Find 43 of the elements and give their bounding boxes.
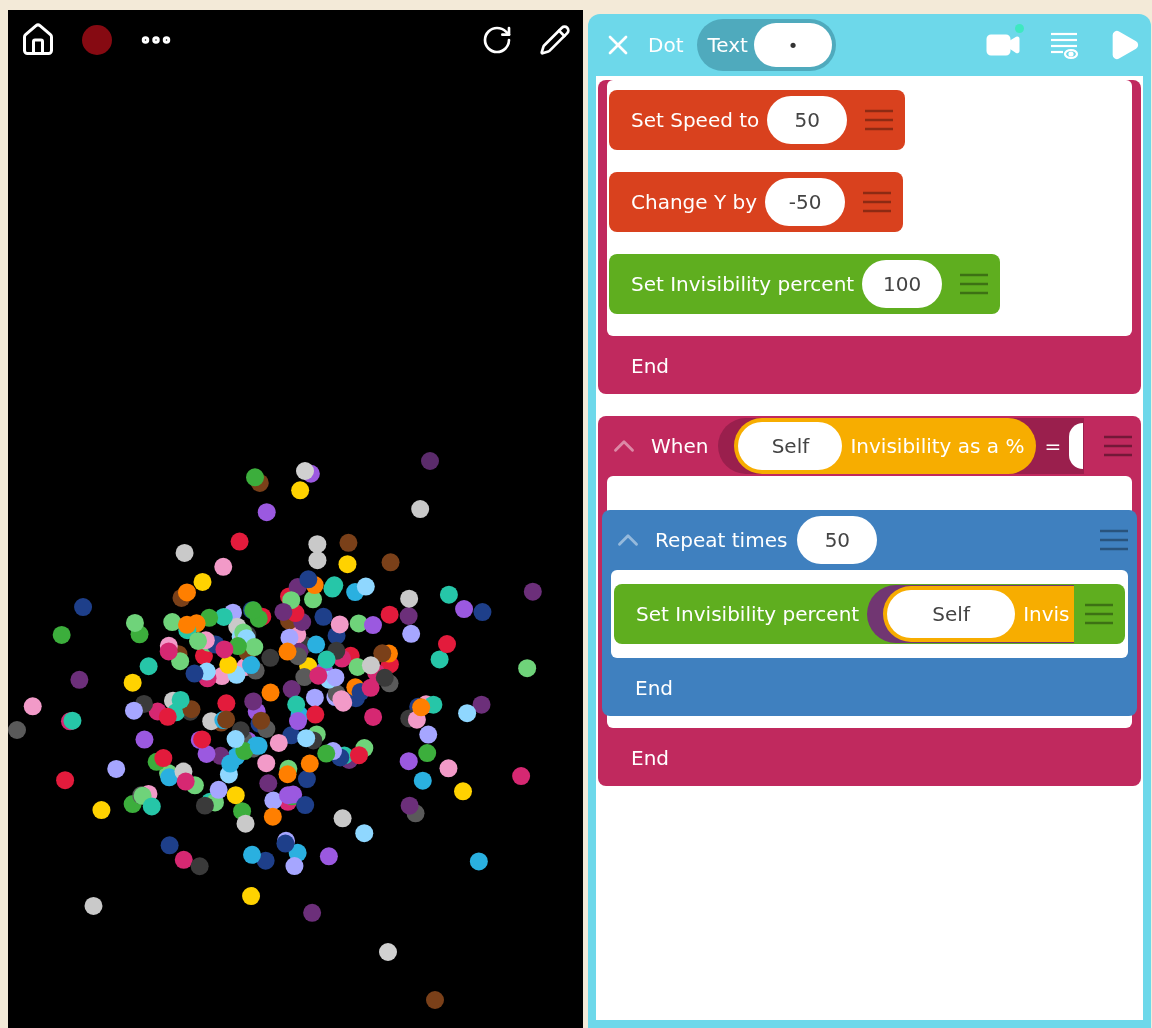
- text-value[interactable]: •: [753, 23, 832, 67]
- event-block[interactable]: Set Speed to 50 Change Y by -50 Set Invisibility percent 100 End: [598, 80, 1141, 394]
- pencil-icon[interactable]: [539, 24, 571, 56]
- object-name: Dot: [648, 33, 684, 57]
- end-label: End: [630, 353, 670, 380]
- property-label: Invis: [1023, 602, 1070, 626]
- menu-icon[interactable]: [1100, 528, 1128, 552]
- object-field[interactable]: Self: [887, 590, 1016, 638]
- block-label: Repeat times: [655, 528, 788, 552]
- end-label: End: [630, 745, 670, 772]
- repeat-block[interactable]: Repeat times 50 Set Invisibility percent Self Invis End: [602, 510, 1137, 716]
- action-block[interactable]: Change Y by -50: [609, 172, 904, 232]
- action-block[interactable]: Set Speed to 50: [609, 90, 906, 150]
- menu-icon[interactable]: [1085, 602, 1113, 626]
- value-field[interactable]: 100: [862, 260, 943, 308]
- home-icon[interactable]: [20, 22, 56, 58]
- menu-icon[interactable]: [863, 190, 892, 214]
- operator-label: =: [1044, 434, 1062, 458]
- end-label: End: [634, 675, 674, 702]
- event-block[interactable]: When Self Invisibility as a % = Repeat times 50 Set Invisibility percent Self Invis End End: [598, 416, 1141, 786]
- value-field[interactable]: 50: [797, 516, 878, 564]
- menu-icon[interactable]: [960, 272, 989, 296]
- block-label: When: [651, 434, 709, 458]
- block-label: Set Invisibility percent: [636, 602, 860, 626]
- value-field[interactable]: 50: [767, 96, 848, 144]
- condition-slot[interactable]: Self Invisibility as a % =: [718, 418, 1084, 474]
- block-label: Set Invisibility percent: [631, 272, 855, 296]
- object-field[interactable]: Self: [738, 422, 843, 470]
- list-eye-icon[interactable]: [1049, 30, 1079, 60]
- property-label: Invisibility as a %: [850, 434, 1025, 458]
- action-block[interactable]: Set Invisibility percent Self Invis: [614, 584, 1125, 644]
- block-label: Set Speed to: [631, 108, 760, 132]
- action-block[interactable]: Set Invisibility percent 100: [609, 254, 1001, 314]
- menu-icon[interactable]: [865, 108, 894, 132]
- reload-icon[interactable]: [481, 24, 513, 56]
- property-reporter[interactable]: Self Invisibility as a %: [734, 418, 1037, 474]
- value-field[interactable]: -50: [765, 178, 846, 226]
- block-label: Change Y by: [631, 190, 758, 214]
- toggle-label: Text: [707, 33, 748, 57]
- menu-icon[interactable]: [1104, 434, 1132, 458]
- color-swatch[interactable]: [82, 25, 112, 55]
- value-field[interactable]: [1069, 423, 1084, 469]
- text-toggle[interactable]: Text •: [697, 19, 836, 71]
